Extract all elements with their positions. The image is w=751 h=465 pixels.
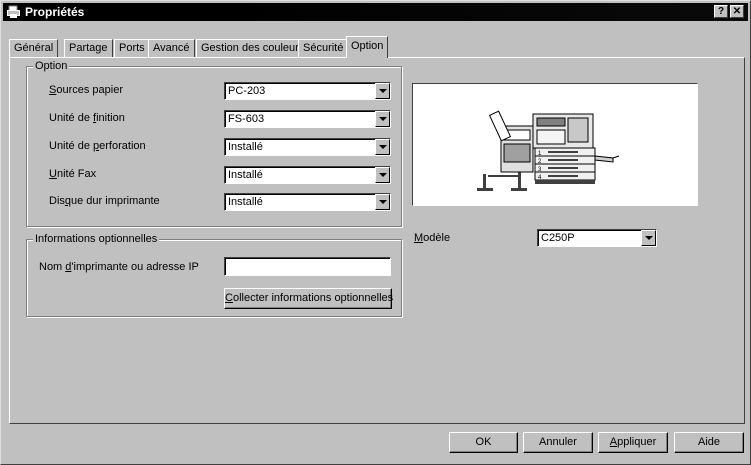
punch-unit-select[interactable]: Installé [224,138,391,156]
model-select[interactable]: C250P [537,229,657,247]
printer-illustration: 1 2 3 4 [477,110,620,191]
finisher-value: FS-603 [228,113,265,125]
apply-button[interactable]: Appliquer [598,432,668,453]
cancel-button[interactable]: Annuler [523,432,593,453]
tab-avance[interactable]: Avancé [148,39,195,57]
printer-icon [7,5,20,18]
tab-gestion-couleurs[interactable]: Gestion des couleurs [196,39,310,57]
model-value: C250P [541,232,575,244]
tab-option[interactable]: Option [346,36,389,58]
ok-button[interactable]: OK [449,432,518,453]
collect-optional-info-button[interactable]: Collecter informations optionnelles [224,288,393,309]
paper-sources-label: Sources papier [49,84,123,96]
punch-unit-label: Unité de perforation [49,140,146,152]
chevron-down-icon[interactable] [375,139,390,155]
finisher-select[interactable]: FS-603 [224,110,391,128]
fax-unit-label: Unité Fax [49,168,97,180]
close-button[interactable]: ✕ [730,5,744,18]
fax-unit-value: Installé [228,169,263,181]
help-title-button[interactable]: ? [714,5,728,18]
chevron-down-icon[interactable] [375,111,390,127]
printer-name-ip-label: Nom d'imprimante ou adresse IP [39,261,199,273]
tab-general[interactable]: Général [9,39,59,57]
paper-sources-value: PC-203 [228,85,266,97]
printer-name-ip-input[interactable] [224,257,391,276]
paper-sources-select[interactable]: PC-203 [224,82,391,100]
tab-ports[interactable]: Ports [114,39,150,57]
chevron-down-icon[interactable] [375,194,390,210]
window-title: Propriétés [25,5,85,19]
hard-disk-value: Installé [228,196,263,208]
hard-disk-select[interactable]: Installé [224,193,391,211]
option-group-title: Option [33,60,70,72]
tab-partage[interactable]: Partage [64,39,113,57]
finisher-label: Unité de finition [49,112,125,124]
hard-disk-label: Disque dur imprimante [49,195,160,207]
fax-unit-select[interactable]: Installé [224,166,391,184]
help-button[interactable]: Aide [674,432,744,453]
properties-dialog: Propriétés ? ✕ Général Partage Ports Ava… [0,0,751,465]
punch-unit-value: Installé [228,141,263,153]
chevron-down-icon[interactable] [375,83,390,99]
paper-trays: 1 2 3 4 [534,147,596,184]
optional-info-group-title: Informations optionnelles [33,233,160,245]
title-bar[interactable]: Propriétés ? ✕ [3,3,748,21]
chevron-down-icon[interactable] [641,230,656,246]
tab-securite[interactable]: Sécurité [298,39,349,57]
chevron-down-icon[interactable] [375,167,390,183]
model-label: Modèle [414,232,451,244]
printer-preview-image: 1 2 3 4 [412,83,698,206]
